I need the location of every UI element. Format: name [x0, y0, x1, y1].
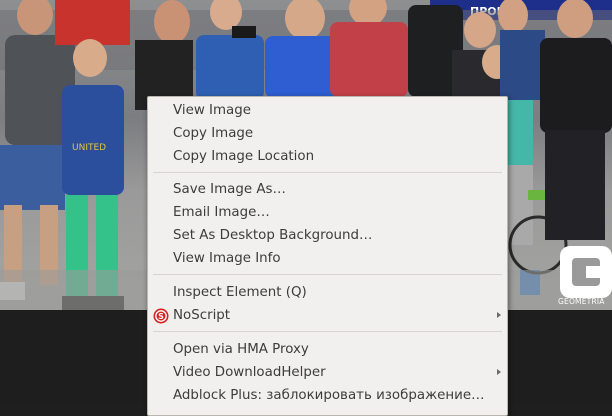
menu-item-noscript[interactable]: S NoScript — [148, 304, 507, 327]
menu-item-set-desktop-background[interactable]: Set As Desktop Background… — [148, 224, 507, 247]
menu-label: Copy Image Location — [173, 149, 315, 164]
submenu-arrow-icon — [497, 312, 501, 318]
menu-item-view-image-info[interactable]: View Image Info — [148, 247, 507, 270]
menu-item-copy-image-location[interactable]: Copy Image Location — [148, 145, 507, 168]
menu-item-open-via-hma-proxy[interactable]: Open via HMA Proxy — [148, 338, 507, 361]
menu-item-copy-image[interactable]: Copy Image — [148, 122, 507, 145]
menu-item-video-downloadhelper[interactable]: Video DownloadHelper — [148, 361, 507, 384]
menu-label: Inspect Element (Q) — [173, 285, 307, 300]
menu-label: View Image Info — [173, 251, 281, 266]
menu-label: NoScript — [173, 308, 231, 323]
menu-label: Email Image… — [173, 205, 270, 220]
menu-label: Video DownloadHelper — [173, 365, 326, 380]
menu-label: Copy Image — [173, 126, 254, 141]
menu-item-save-image-as[interactable]: Save Image As… — [148, 178, 507, 201]
menu-separator — [153, 274, 502, 275]
menu-label: Open via HMA Proxy — [173, 342, 309, 357]
watermark-text: GEOMETRIA — [558, 297, 605, 306]
menu-separator — [153, 331, 502, 332]
menu-item-view-image[interactable]: View Image — [148, 99, 507, 122]
menu-label: Set As Desktop Background… — [173, 228, 373, 243]
menu-separator — [153, 172, 502, 173]
menu-item-email-image[interactable]: Email Image… — [148, 201, 507, 224]
menu-label: Adblock Plus: заблокировать изображение… — [173, 388, 485, 403]
menu-label: View Image — [173, 103, 251, 118]
menu-label: Save Image As… — [173, 182, 286, 197]
noscript-icon: S — [153, 308, 169, 324]
menu-item-inspect-element[interactable]: Inspect Element (Q) — [148, 281, 507, 304]
svg-text:UNITED: UNITED — [72, 143, 106, 153]
submenu-arrow-icon — [497, 369, 501, 375]
svg-text:S: S — [158, 312, 164, 321]
context-menu: View Image Copy Image Copy Image Locatio… — [147, 96, 508, 416]
